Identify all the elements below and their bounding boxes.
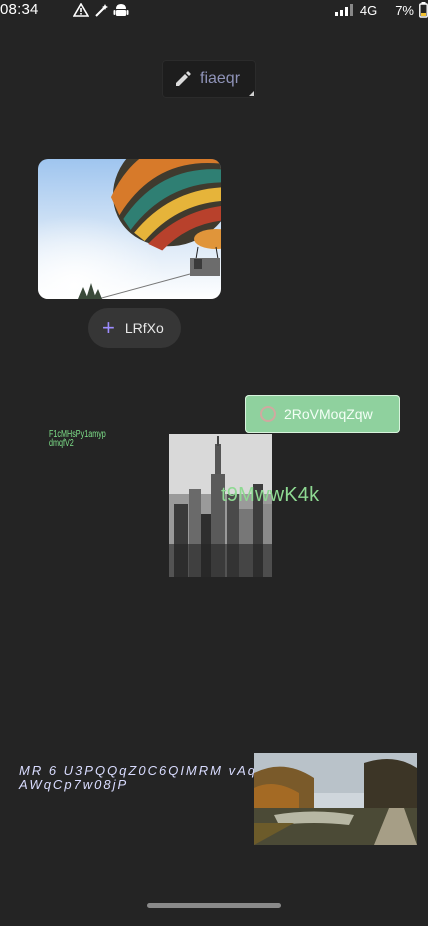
warning-icon — [73, 3, 89, 17]
add-chip[interactable]: + LRfXo — [88, 308, 181, 348]
network-type: 4G — [359, 2, 378, 18]
status-time: 08:34 — [0, 1, 39, 18]
status-icons-left — [73, 2, 129, 18]
home-indicator[interactable] — [147, 903, 281, 908]
overlay-text: t9MwwK4k — [221, 484, 320, 506]
signal-icon — [334, 4, 353, 16]
green-button-label: 2RoVMoqZqw — [284, 406, 373, 422]
battery-icon — [419, 2, 428, 18]
tiny-text: F1cMHsPy1amypdmqfV2 — [49, 429, 106, 449]
hot-air-balloon-photo — [38, 159, 221, 299]
edit-chip-label: fiaeqr — [200, 70, 241, 87]
add-chip-label: LRfXo — [124, 320, 164, 336]
battery-percent: 7% — [395, 2, 414, 18]
green-action-button[interactable]: 2RoVMoqZqw — [245, 395, 400, 433]
resize-corner — [249, 91, 254, 96]
plus-icon: + — [102, 315, 115, 340]
autumn-lake-road-photo — [254, 753, 417, 845]
edit-chip[interactable]: fiaeqr — [162, 60, 256, 98]
ring-icon — [260, 406, 276, 422]
status-icons-right: 4G 7% — [334, 2, 428, 18]
magic-wand-icon — [95, 4, 108, 17]
android-icon — [113, 4, 129, 16]
pencil-icon — [176, 71, 191, 86]
